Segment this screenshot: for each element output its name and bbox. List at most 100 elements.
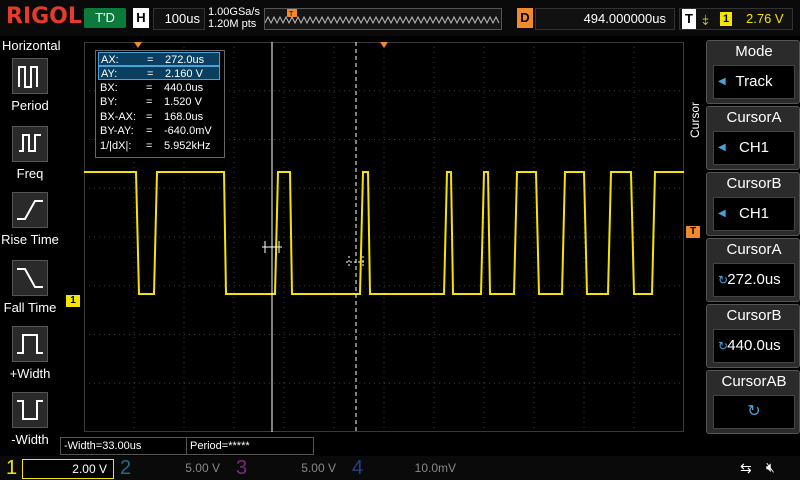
cursor-value: 1.520 V [164, 96, 202, 108]
cursor-menu: Mode ◀ Track CursorA ◀ CH1 CursorB ◀ CH1 Cu… [704, 38, 800, 456]
cursor-a-source-text: CH1 [738, 139, 769, 156]
cursor-key: 1/|dX|: [100, 140, 132, 152]
cursor-menu-title: Cursor [688, 101, 702, 138]
cursor-value: 440.0us [164, 82, 204, 94]
cursor-value: 2.160 V [165, 68, 203, 80]
cursor-key: BY: [100, 96, 118, 108]
timebase-value[interactable]: 100us [153, 8, 205, 30]
expand-arrow-icon: ◀ [718, 208, 726, 219]
freq-label: Freq [16, 166, 44, 181]
ch2-scale: 5.00 V [185, 461, 220, 475]
period-icon [12, 58, 48, 94]
cursor-b-position-button[interactable]: CursorB ↻ 440.0us [706, 304, 800, 368]
cursor-key: AY: [101, 68, 118, 80]
ch1-number: 1 [6, 457, 18, 479]
ch1-status[interactable]: 1 2.00 V [0, 456, 114, 480]
ch4-number: 4 [352, 457, 364, 479]
fall-time-icon [12, 260, 48, 296]
cursor-eq: = [146, 96, 153, 108]
cursor-mode-value: ◀ Track [713, 65, 795, 99]
cursor-a-source-value: ◀ CH1 [713, 131, 795, 165]
period-label: Period [11, 98, 49, 113]
falling-edge-icon: ⤈ [702, 11, 709, 27]
knob-rotate-icon: ↻ [747, 403, 761, 420]
cursor-a-position-value: ↻ 272.0us [713, 263, 795, 297]
trigger-channel: 1 [720, 12, 732, 26]
cursor-row-ax: AX: = 272.0us [98, 52, 220, 66]
trigger-level-marker[interactable]: T [686, 226, 700, 238]
cursor-mode-title: Mode [735, 43, 773, 60]
frequency-icon [12, 126, 48, 162]
cursor-eq: = [146, 125, 153, 137]
ch1-ground-marker[interactable]: 1 [66, 295, 80, 307]
cursor-eq: = [147, 54, 154, 66]
cursor-value: 272.0us [165, 54, 205, 66]
measurement-bar: -Width=33.00us Period=***** [60, 437, 690, 455]
cursor-a-source-button[interactable]: CursorA ◀ CH1 [706, 106, 800, 170]
cursor-eq: = [146, 140, 153, 152]
cursor-b-position-text: 440.0us [727, 337, 781, 354]
measure-freq-button[interactable]: Freq [0, 126, 60, 186]
trigger-info[interactable]: T ⤈ 1 2.76 V [679, 8, 793, 30]
timebase-label: H [133, 8, 149, 28]
cursor-a-position-button[interactable]: CursorA ↻ 272.0us [706, 238, 800, 302]
cursor-a-position-title: CursorA [726, 241, 782, 258]
ch3-scale: 5.00 V [301, 461, 336, 475]
cursor-key: BX-AX: [100, 111, 137, 123]
positive-width-label: +Width [9, 366, 51, 381]
cursor-key: BX: [100, 82, 118, 94]
cursor-value: -640.0mV [164, 125, 212, 137]
cursor-row-dy: BY-AY: = -640.0mV [98, 124, 220, 138]
cursor-key: BY-AY: [100, 125, 134, 137]
cursor-key: AX: [101, 54, 119, 66]
measure-negative-width-button[interactable]: -Width [0, 392, 60, 452]
ch4-status[interactable]: 4 10.0mV [348, 456, 464, 480]
cursor-mode-button[interactable]: Mode ◀ Track [706, 40, 800, 104]
neg-width-measurement[interactable]: -Width=33.00us [60, 437, 188, 455]
cursor-row-dx: BX-AX: = 168.0us [98, 110, 220, 124]
cursor-b-source-button[interactable]: CursorB ◀ CH1 [706, 172, 800, 236]
cursor-eq: = [147, 68, 154, 80]
horizontal-measure-menu: Horizontal Period Freq Rise Time Fall Ti… [0, 36, 61, 456]
cursor-ab-value: ↻ [713, 395, 795, 429]
positive-width-icon [12, 326, 48, 362]
left-menu-title: Horizontal [2, 38, 61, 53]
waveform-overview: T [264, 8, 502, 30]
period-measurement[interactable]: Period=***** [186, 437, 314, 455]
cursor-ab-title: CursorAB [721, 373, 787, 390]
cursor-a-position-text: 272.0us [727, 271, 781, 288]
expand-arrow-icon: ◀ [718, 76, 726, 87]
measure-positive-width-button[interactable]: +Width [0, 326, 60, 386]
cursor-ab-button[interactable]: CursorAB ↻ [706, 370, 800, 434]
measure-fall-time-button[interactable]: Fall Time [0, 260, 60, 320]
cursor-value: 5.952kHz [164, 140, 211, 152]
ch3-status[interactable]: 3 5.00 V [232, 456, 344, 480]
rise-time-icon [12, 192, 48, 228]
cursor-b-source-title: CursorB [726, 175, 782, 192]
speaker-muted-icon[interactable]: 🔇︎ [766, 459, 775, 476]
ch3-number: 3 [236, 457, 248, 479]
cursor-b-source-text: CH1 [738, 205, 769, 222]
cursor-eq: = [146, 82, 153, 94]
rise-time-label: Rise Time [1, 232, 59, 247]
delay-value[interactable]: 494.000000us [535, 8, 675, 30]
cursor-b-position-title: CursorB [726, 307, 782, 324]
acquisition-info: 1.00GSa/s 1.20M pts [208, 6, 260, 30]
top-status-bar: RIGOL T'D H 100us 1.00GSa/s 1.20M pts T … [0, 0, 800, 36]
measure-period-button[interactable]: Period [0, 58, 60, 118]
trigger-label: T [682, 9, 696, 29]
sample-rate: 1.00GSa/s [208, 6, 260, 18]
cursor-readout-box: AX: = 272.0us AY: = 2.160 V BX: = 440.0u… [95, 50, 225, 158]
cursor-row-ay: AY: = 2.160 V [98, 66, 220, 80]
measure-rise-time-button[interactable]: Rise Time [0, 192, 60, 252]
cursor-row-by: BY: = 1.520 V [98, 95, 220, 109]
delay-label: D [517, 8, 533, 28]
cursor-b-position-value: ↻ 440.0us [713, 329, 795, 363]
svg-text:T: T [289, 11, 294, 18]
ch2-status[interactable]: 2 5.00 V [116, 456, 228, 480]
cursor-row-bx: BX: = 440.0us [98, 81, 220, 95]
memory-depth: 1.20M pts [208, 18, 257, 30]
ch1-scale: 2.00 V [22, 459, 114, 479]
cursor-value: 168.0us [164, 111, 204, 123]
ch4-scale: 10.0mV [414, 461, 456, 475]
